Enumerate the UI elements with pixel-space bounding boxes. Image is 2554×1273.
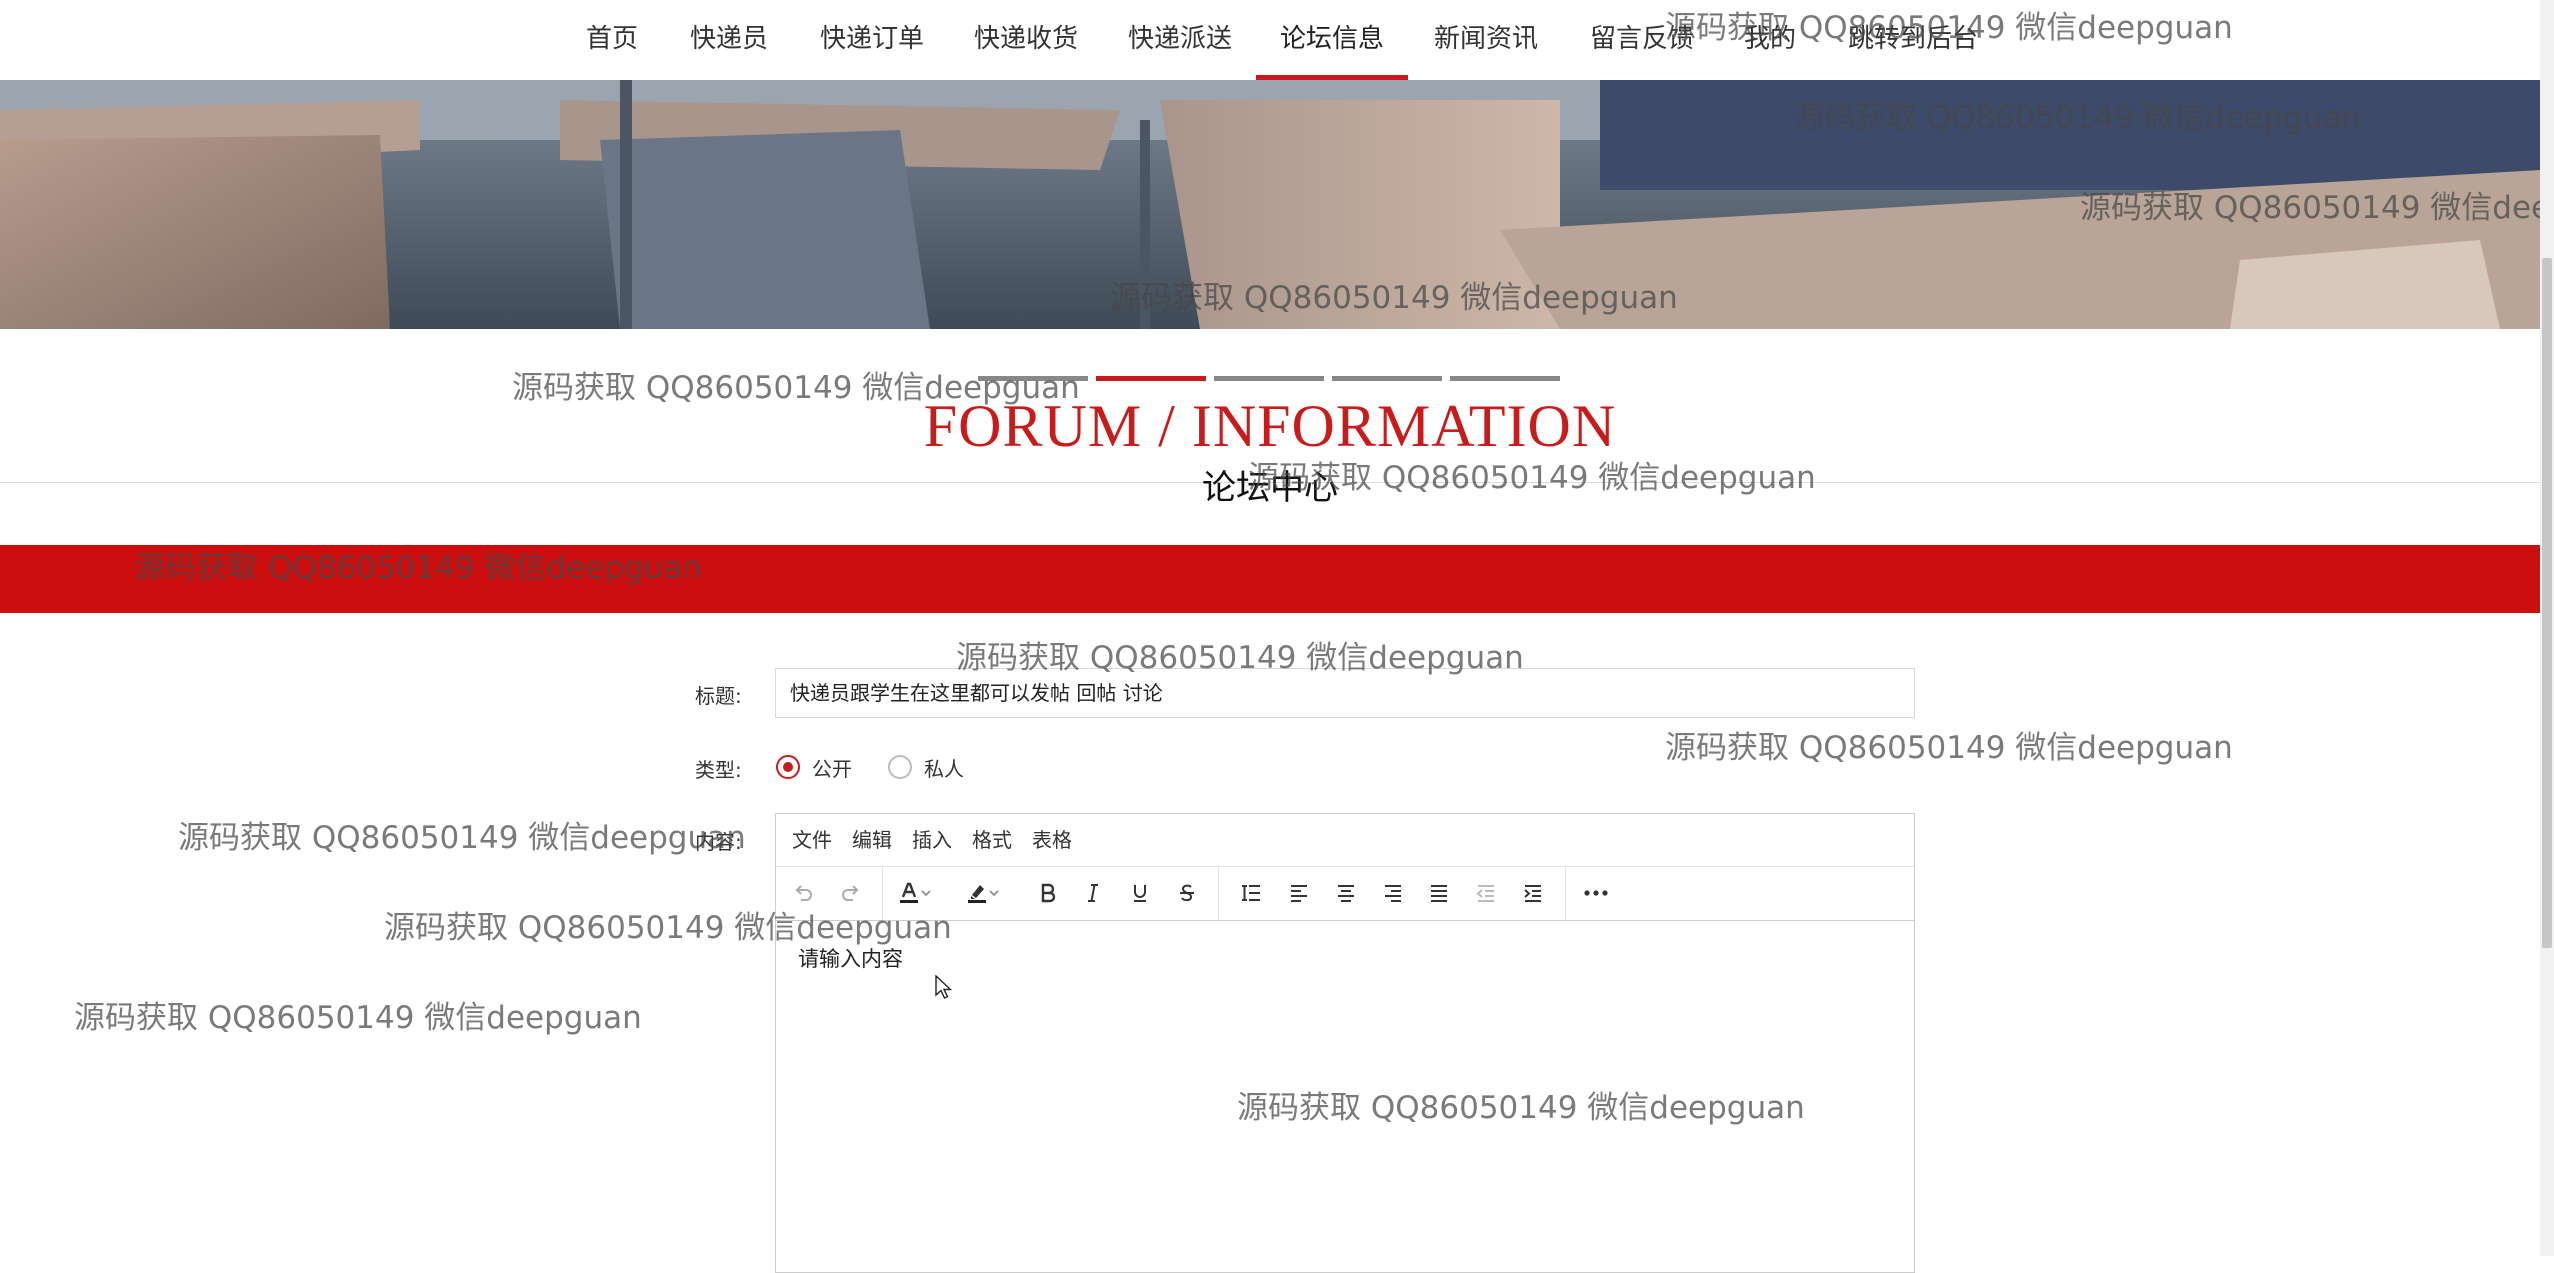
carousel-dot-active[interactable]	[1096, 376, 1206, 381]
menu-format[interactable]: 格式	[972, 814, 1012, 866]
align-left-icon[interactable]	[1282, 876, 1316, 910]
editor-menubar: 文件 编辑 插入 格式 表格	[776, 814, 1914, 867]
nav-home[interactable]: 首页	[586, 0, 638, 80]
line-height-icon[interactable]	[1234, 876, 1268, 910]
top-nav: 首页 快递员 快递订单 快递收货 快递派送 论坛信息 新闻资讯 留言反馈 我的 …	[0, 0, 2540, 80]
chevron-down-icon[interactable]	[916, 876, 936, 910]
radio-checked-icon	[776, 755, 800, 779]
section-title-en: FORUM / INFORMATION	[923, 393, 1617, 459]
more-icon[interactable]	[1579, 876, 1613, 910]
title-input[interactable]: 快递员跟学生在这里都可以发帖 回帖 讨论	[775, 668, 1915, 718]
carousel-dot[interactable]	[1214, 376, 1324, 381]
underline-icon[interactable]	[1123, 876, 1157, 910]
editor-content-area[interactable]: 请输入内容	[776, 921, 1914, 1271]
rich-text-editor: 文件 编辑 插入 格式 表格 请输入内容	[775, 813, 1915, 1273]
toolbar-separator	[1218, 866, 1219, 920]
outdent-icon[interactable]	[1469, 876, 1503, 910]
toolbar-separator	[1565, 866, 1566, 920]
strikethrough-icon[interactable]	[1170, 876, 1204, 910]
watermark: 源码获取 QQ86050149 微信deepguan	[1665, 730, 2233, 766]
editor-placeholder: 请输入内容	[798, 947, 903, 971]
carousel-indicators	[0, 376, 2540, 382]
scrollbar-thumb[interactable]	[2542, 258, 2552, 948]
nav-feedback[interactable]: 留言反馈	[1590, 0, 1694, 80]
type-option-label: 私人	[924, 756, 964, 781]
menu-table[interactable]: 表格	[1032, 814, 1072, 866]
menu-insert[interactable]: 插入	[912, 814, 952, 866]
carousel-dot[interactable]	[1332, 376, 1442, 381]
type-radio-private[interactable]: 私人	[888, 752, 964, 782]
nav-express-delivery[interactable]: 快递派送	[1128, 0, 1232, 80]
carousel-dot[interactable]	[978, 376, 1088, 381]
align-justify-icon[interactable]	[1422, 876, 1456, 910]
type-option-label: 公开	[812, 756, 852, 781]
red-banner-bar	[0, 545, 2540, 613]
page-scrollbar[interactable]	[2540, 0, 2554, 1256]
undo-icon[interactable]	[786, 876, 820, 910]
nav-admin[interactable]: 跳转到后台	[1848, 0, 1978, 80]
content-label: 内容:	[695, 830, 742, 854]
watermark: 源码获取 QQ86050149 微信deepguan	[178, 820, 746, 856]
bold-icon[interactable]	[1031, 876, 1065, 910]
type-label: 类型:	[695, 758, 742, 782]
chevron-down-icon[interactable]	[984, 876, 1004, 910]
nav-news[interactable]: 新闻资讯	[1434, 0, 1538, 80]
section-title-cn: 论坛中心	[1202, 468, 1338, 508]
radio-unchecked-icon	[888, 755, 912, 779]
italic-icon[interactable]	[1076, 876, 1110, 910]
title-label: 标题:	[695, 684, 742, 708]
menu-file[interactable]: 文件	[792, 814, 832, 866]
banner-image	[0, 80, 2540, 329]
align-right-icon[interactable]	[1376, 876, 1410, 910]
carousel-dot[interactable]	[1450, 376, 1560, 381]
align-center-icon[interactable]	[1329, 876, 1363, 910]
menu-edit[interactable]: 编辑	[852, 814, 892, 866]
type-radio-public[interactable]: 公开	[776, 752, 852, 782]
nav-mine[interactable]: 我的	[1744, 0, 1796, 80]
nav-express-receiving[interactable]: 快递收货	[974, 0, 1078, 80]
redo-icon[interactable]	[834, 876, 868, 910]
mouse-pointer-icon	[935, 975, 953, 999]
watermark: 源码获取 QQ86050149 微信deepguan	[74, 1000, 642, 1036]
indent-icon[interactable]	[1516, 876, 1550, 910]
toolbar-separator	[882, 866, 883, 920]
nav-forum[interactable]: 论坛信息	[1256, 0, 1408, 80]
editor-toolbar	[776, 866, 1914, 921]
nav-express-orders[interactable]: 快递订单	[820, 0, 924, 80]
nav-courier[interactable]: 快递员	[690, 0, 768, 80]
